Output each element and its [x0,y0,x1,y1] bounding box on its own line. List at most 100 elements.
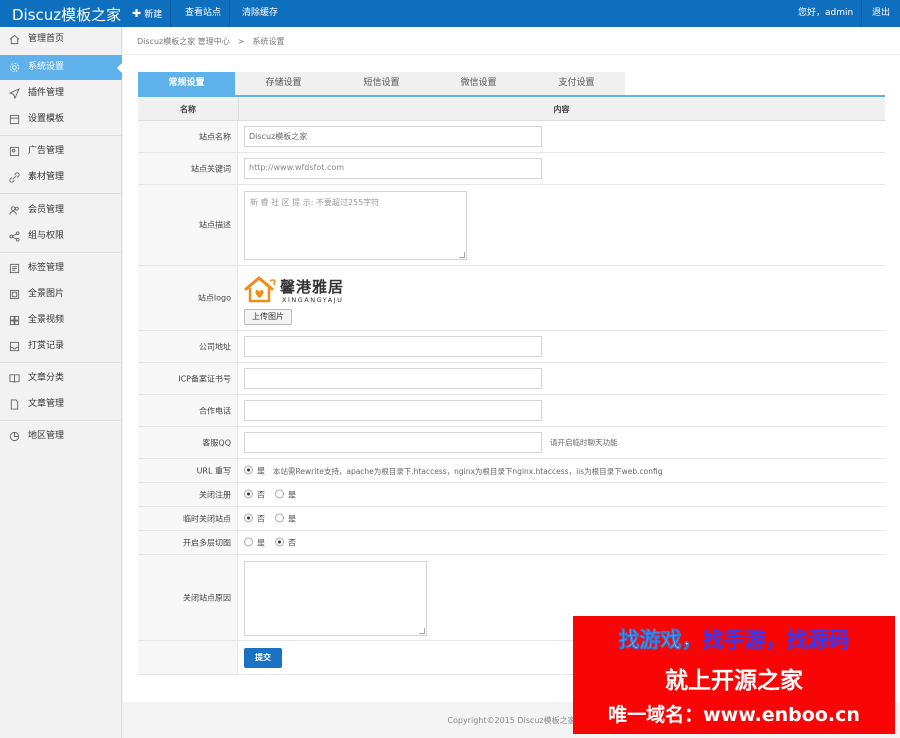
row-label: 站点名称 [138,121,238,152]
row-site-name: 站点名称 Discuz模板之家 [138,121,885,153]
region-icon [9,431,20,442]
row-label: 临时关闭站点 [138,507,238,530]
breadcrumb-root[interactable]: Discuz模板之家 管理中心 [137,37,230,46]
logo-text-cn: 馨港雅居 [280,278,345,296]
gear-icon [9,62,20,73]
sidebar-item-materials[interactable]: 素材管理 [0,165,122,190]
brand-title[interactable]: Discuz模板之家 [12,4,121,25]
sidebar-item-system-settings[interactable]: 系统设置 [0,55,123,80]
settings-tabs: 常规设置 存储设置 短信设置 微信设置 支付设置 [138,72,625,95]
sidebar-item-label: 全景图片 [28,289,65,299]
sidebar-divider [0,420,122,421]
resize-grip-icon[interactable] [419,628,425,634]
breadcrumb-separator: > [237,37,245,46]
row-label: ICP备案证书号 [138,363,238,394]
sidebar-item-article-categories[interactable]: 文章分类 [0,366,122,391]
upload-image-button[interactable]: 上传图片 [244,309,292,325]
sidebar-item-label: 标签管理 [28,263,65,273]
watermark-banner: 找游戏，找手游，找源码 就上开源之家 唯一域名：www.enboo.cn [573,616,895,734]
resize-grip-icon[interactable] [459,252,465,258]
site-logo-image: 馨港雅居 XINGANGYAJU [244,272,350,308]
sidebar-item-ads[interactable]: 广告管理 [0,139,122,164]
row-label [138,641,238,674]
sidebar-item-permissions[interactable]: 组与权限 [0,224,122,249]
panorama-image-icon [9,289,20,300]
sidebar-item-label: 插件管理 [28,88,65,98]
temp-close-radio-no[interactable]: 否 [244,513,265,524]
row-label: 站点logo [138,266,238,330]
icp-input[interactable] [244,368,542,389]
sidebar-divider [0,193,122,194]
sidebar-item-label: 文章管理 [28,399,65,409]
new-button[interactable]: ✚ 新建 [124,0,172,27]
close-register-radio-yes[interactable]: 是 [275,489,296,500]
sidebar-item-panorama-videos[interactable]: 全景视频 [0,308,122,333]
qq-input[interactable] [244,432,542,453]
site-keywords-input[interactable]: http://www.wfdsfot.com [244,158,542,179]
sidebar-item-label: 系统设置 [28,62,65,72]
row-label: 公司地址 [138,331,238,362]
sidebar-item-label: 地区管理 [28,431,65,441]
row-label: 开启多层切图 [138,531,238,554]
top-bar: Discuz模板之家 ✚ 新建 查看站点 清除缓存 您好，admin 退出 [0,0,900,27]
sidebar-item-label: 会员管理 [28,205,65,215]
sidebar-item-label: 组与权限 [28,231,65,241]
phone-input[interactable] [244,400,542,421]
site-description-textarea[interactable]: 新 睿 社 区 提 示: 不要超过255字符 [244,191,467,260]
row-label: 合作电话 [138,395,238,426]
qq-hint: 请开启临时聊天功能 [550,438,618,447]
close-register-radio-no[interactable]: 否 [244,489,265,500]
tag-list-icon [9,263,20,274]
sidebar-item-label: 全景视频 [28,315,65,325]
house-logo-icon [244,276,277,303]
temp-close-radio-yes[interactable]: 是 [275,513,296,524]
url-rewrite-radio-yes[interactable]: 是 [244,465,265,476]
header-name: 名称 [180,105,196,114]
row-phone: 合作电话 [138,395,885,427]
site-name-input[interactable]: Discuz模板之家 [244,126,542,147]
row-site-keywords: 站点关键词 http://www.wfdsfot.com [138,153,885,185]
user-greeting[interactable]: 您好，admin [790,0,863,27]
tab-payment[interactable]: 支付设置 [528,72,625,95]
tab-wechat[interactable]: 微信设置 [430,72,527,95]
company-address-input[interactable] [244,336,542,357]
breadcrumb: Discuz模板之家 管理中心 > 系统设置 [137,36,284,47]
sidebar-item-label: 素材管理 [28,172,65,182]
tab-sms[interactable]: 短信设置 [333,72,430,95]
submit-button[interactable]: 提交 [244,648,282,668]
multi-level-radio-no[interactable]: 否 [275,537,296,548]
multi-level-radio-yes[interactable]: 是 [244,537,265,548]
sidebar-item-templates[interactable]: 设置模板 [0,107,122,132]
sidebar-item-panorama-images[interactable]: 全景图片 [0,282,122,307]
send-icon [9,88,20,99]
close-reason-textarea[interactable] [244,561,427,636]
textarea-placeholder: 新 睿 社 区 提 示: 不要超过255字符 [250,198,380,207]
file-icon [10,399,19,410]
row-qq: 客服QQ 请开启临时聊天功能 [138,427,885,459]
tab-general[interactable]: 常规设置 [138,72,235,95]
header-content: 内容 [553,105,570,114]
sidebar-item-tags[interactable]: 标签管理 [0,256,122,281]
sidebar-item-dashboard[interactable]: 管理首页 [0,27,122,52]
clear-cache-link[interactable]: 清除缓存 [234,0,286,27]
inbox-icon [9,341,20,352]
row-label: 关闭注册 [138,483,238,506]
tab-storage[interactable]: 存储设置 [235,72,332,95]
sidebar-item-regions[interactable]: 地区管理 [0,424,122,449]
sidebar-item-members[interactable]: 会员管理 [0,198,122,223]
watermark-line3: 唯一域名：www.enboo.cn [608,704,860,726]
row-site-description: 站点描述 新 睿 社 区 提 示: 不要超过255字符 [138,185,885,266]
row-label: 客服QQ [138,427,238,458]
sidebar-item-articles[interactable]: 文章管理 [0,392,122,417]
template-icon [9,114,20,125]
logout-link[interactable]: 退出 [864,0,898,27]
sidebar-item-label: 管理首页 [28,34,65,44]
view-site-link[interactable]: 查看站点 [177,0,231,27]
plus-icon: ✚ [132,7,142,20]
row-label: URL 重写 [138,459,238,482]
sidebar-item-tips[interactable]: 打赏记录 [0,334,122,359]
ad-icon [9,146,20,157]
row-multi-level: 开启多层切图 是 否 [138,531,885,555]
breadcrumb-current: 系统设置 [252,37,285,46]
sidebar-item-plugins[interactable]: 插件管理 [0,81,122,106]
